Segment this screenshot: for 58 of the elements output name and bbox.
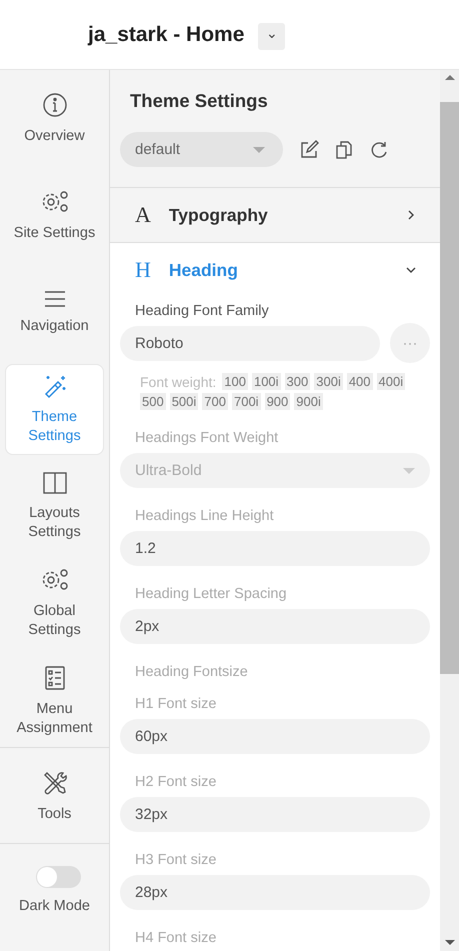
section-letter-icon: H (135, 257, 151, 283)
weight-tag: 100 (222, 373, 248, 390)
weight-tag: 400 (346, 373, 373, 390)
weight-tag: 700 (202, 393, 228, 410)
sidebar-item[interactable]: Theme Settings (5, 364, 104, 455)
dark-mode-label: Dark Mode (19, 898, 90, 914)
weight-tag: 100i (252, 373, 281, 390)
copy-icon[interactable] (335, 140, 353, 160)
field-label: Heading Fontsize (135, 664, 249, 681)
input-field[interactable]: 60px (120, 719, 430, 754)
sidebar-item[interactable]: Tools (5, 751, 104, 843)
checklist-icon (44, 664, 66, 690)
sidebar-item[interactable]: Layouts Settings (5, 461, 104, 552)
info-icon (42, 92, 68, 118)
section-header[interactable]: H Heading (110, 242, 440, 297)
sidebar-item[interactable]: Navigation (5, 267, 104, 358)
field-label: Headings Font Weight (135, 430, 280, 447)
page-menu-button[interactable]: ⌄ (258, 23, 286, 50)
chevron-right-icon (406, 210, 416, 220)
input-field[interactable]: Roboto (120, 326, 380, 361)
input-field[interactable]: 2px (120, 609, 430, 644)
weight-tag: 300 (284, 373, 310, 390)
columns-icon (42, 471, 68, 495)
sidebar-item[interactable]: Overview (5, 73, 104, 164)
theme-select[interactable]: default (120, 132, 283, 167)
scrollbar-thumb[interactable] (440, 102, 459, 674)
sidebar-item[interactable]: Global Settings (5, 558, 104, 649)
font-weight-label: Font weight: (140, 374, 216, 390)
field-label: H4 Font size (135, 930, 218, 947)
chevron-down-icon (406, 265, 416, 275)
field-label: H2 Font size (135, 774, 218, 791)
weight-tag: 700i (232, 393, 261, 410)
weight-tag: 400i (376, 373, 406, 390)
section-letter-icon: A (135, 202, 151, 228)
field-label: H3 Font size (135, 852, 218, 869)
menu-icon (42, 290, 66, 308)
weight-tag: 900 (264, 393, 290, 410)
field-label: Heading Letter Spacing (135, 586, 288, 603)
field-label: Headings Line Height (135, 508, 275, 525)
input-field[interactable]: 28px (120, 875, 430, 910)
tools-icon (42, 770, 68, 796)
sidebar-item[interactable]: Site Settings (5, 170, 104, 261)
weight-tag: 500 (140, 393, 166, 410)
weight-tag: 500i (170, 393, 198, 410)
field-label: Heading Font Family (135, 303, 270, 320)
dark-mode-toggle[interactable] (36, 866, 81, 888)
page-title: ja_stark - Home (88, 22, 244, 46)
sidebar-item[interactable]: Menu Assignment (5, 655, 104, 747)
field-label: H1 Font size (135, 696, 218, 713)
refresh-icon[interactable] (369, 140, 389, 160)
panel-title: Theme Settings (130, 90, 269, 112)
scroll-down-icon[interactable] (444, 940, 454, 945)
input-field[interactable]: 1.2 (120, 531, 430, 566)
weight-tag: 900i (294, 393, 323, 410)
input-field[interactable]: 32px (120, 797, 430, 832)
weight-tag: 300i (314, 373, 343, 390)
scroll-up-icon[interactable] (444, 75, 454, 80)
edit-icon[interactable] (299, 140, 319, 160)
